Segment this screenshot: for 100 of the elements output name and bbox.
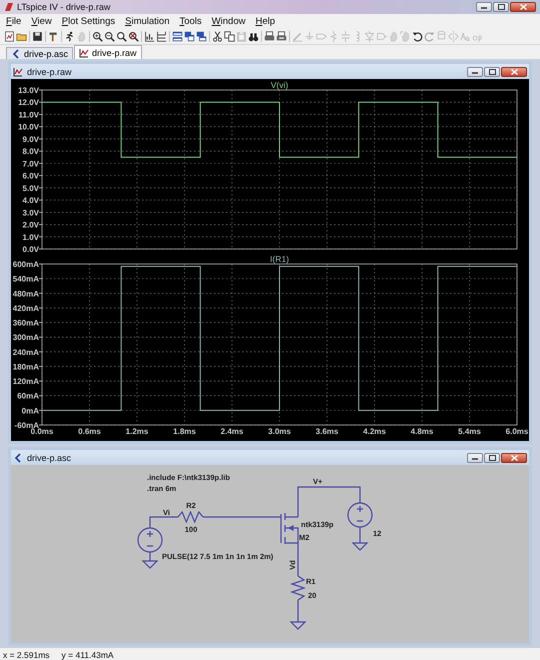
binoculars-icon[interactable] [248,30,259,42]
axis-tick-label: 0mA [22,406,39,416]
wire [297,486,361,517]
maximize-icon [498,4,504,10]
window-title: drive-p.asc [27,452,72,462]
axis-tick-label: 420mA [12,304,39,313]
axis-tick-label: 0.6ms [78,427,101,436]
axis-tick-label: 9.0V [22,134,39,144]
ground-symbol [290,621,306,630]
schematic-icon [13,452,23,462]
axis-tick-label: 360mA [12,318,39,328]
close-icon [510,454,518,460]
waveform-icon [13,66,23,76]
axis-tick-label: 7.0V [22,159,39,168]
close-button[interactable] [510,2,536,12]
trace-name[interactable]: V(vi) [270,80,288,90]
wire [149,552,151,561]
axis-tick-label: 3.0V [22,208,39,218]
runner-icon[interactable] [64,30,75,42]
maximize-icon [488,68,496,74]
close-icon [520,4,526,10]
axis-tick-label: -60mA [14,421,39,430]
axis-tick-label: 1.2ms [126,427,148,436]
maximize-button[interactable] [484,66,500,76]
printer-icon[interactable] [276,30,287,42]
status-text: x = 2.591ms [3,650,50,660]
resistor-symbol [290,576,306,600]
tab[interactable]: drive-p.asc [6,47,74,59]
wire [359,527,361,543]
trace-name[interactable]: I(R1) [270,254,289,264]
stacked-windows-icon[interactable] [196,30,207,42]
menu-item[interactable]: Tools [179,16,202,26]
axis-tick-label: 6.0ms [506,427,528,436]
axis-tick-label: 0.0V [22,245,39,253]
menu-item[interactable]: Plot Settings [62,16,116,26]
maximize-icon [488,454,496,460]
axis-tick-label: 1.0V [22,232,39,242]
wire [149,516,178,528]
chart-icon[interactable] [144,30,155,42]
copy-icon[interactable] [224,30,235,42]
window-title: LTspice IV - drive-p.raw [17,2,110,12]
menu-item[interactable]: Help [255,16,276,26]
tab[interactable]: drive-p.raw [74,45,142,59]
floppy-icon[interactable] [32,30,43,42]
axis-tick-label: 600mA [12,260,39,269]
minimize-button[interactable] [467,452,483,462]
axis-tick-label: 2.0V [22,220,39,230]
wire [297,600,299,622]
menu-item[interactable]: File [6,16,22,26]
magnifier-icon[interactable] [116,30,127,42]
axis-tick-label: 1.8ms [173,427,196,436]
mosfet-symbol [280,512,299,545]
magnifier-cross-icon[interactable] [128,30,139,42]
resistor-symbol [178,510,204,524]
window-title: drive-p.raw [27,66,72,76]
axis-tick-label: 120mA [12,377,39,386]
ground-symbol [352,542,368,551]
close-button[interactable] [501,66,527,76]
axis-tick-label: 4.0V [22,196,39,206]
axis-tick-label: 4.8ms [410,427,434,436]
maximize-button[interactable] [484,452,500,462]
axis-tick-label: 2.4ms [220,427,244,436]
menu-item[interactable]: View [31,16,52,26]
tile-windows-icon[interactable] [172,30,183,42]
axis-tick-label: 180mA [12,362,39,372]
scissors-icon[interactable] [212,30,223,42]
minimize-button[interactable] [476,2,492,12]
maximize-button[interactable] [493,2,509,12]
axis-tick-label: 8.0V [22,147,39,156]
axis-tick-label: 13.0V [18,86,39,95]
axis-tick-label: 3.0ms [268,427,291,436]
axis-tick-label: 540mA [12,274,39,284]
close-button[interactable] [501,452,527,462]
axis-tick-label: 6.0V [22,172,39,181]
chart-axes-icon[interactable] [156,30,167,42]
undo-icon[interactable] [412,30,423,42]
wire [297,543,299,576]
axis-tick-label: 60mA [17,392,39,401]
axis-tick-label: 480mA [12,289,39,298]
printer-icon[interactable] [264,30,275,42]
voltage-source-symbol [137,527,163,553]
axis-tick-label: 0.0ms [30,427,54,436]
menu-item[interactable]: Window [212,16,246,26]
zoom-in-icon[interactable] [92,30,103,42]
axis-tick-label: 10.0V [18,122,39,132]
axis-tick-label: 5.4ms [458,427,481,436]
hammer-icon[interactable] [48,30,59,42]
schematic-icon [11,48,21,58]
axis-tick-label: 240mA [12,348,39,357]
minimize-button[interactable] [467,66,483,76]
axis-tick-label: 4.2ms [363,427,386,436]
status-text: y = 411.43mA [62,650,114,660]
chart-page-icon[interactable] [4,30,15,42]
app-logo-icon [4,2,14,12]
cascade-windows-icon[interactable] [184,30,195,42]
axis-tick-label: 3.6ms [316,427,338,436]
ground-symbol [142,560,158,569]
menu-item[interactable]: Simulation [125,16,170,26]
zoom-out-icon[interactable] [104,30,115,42]
waveform-icon [79,48,90,58]
